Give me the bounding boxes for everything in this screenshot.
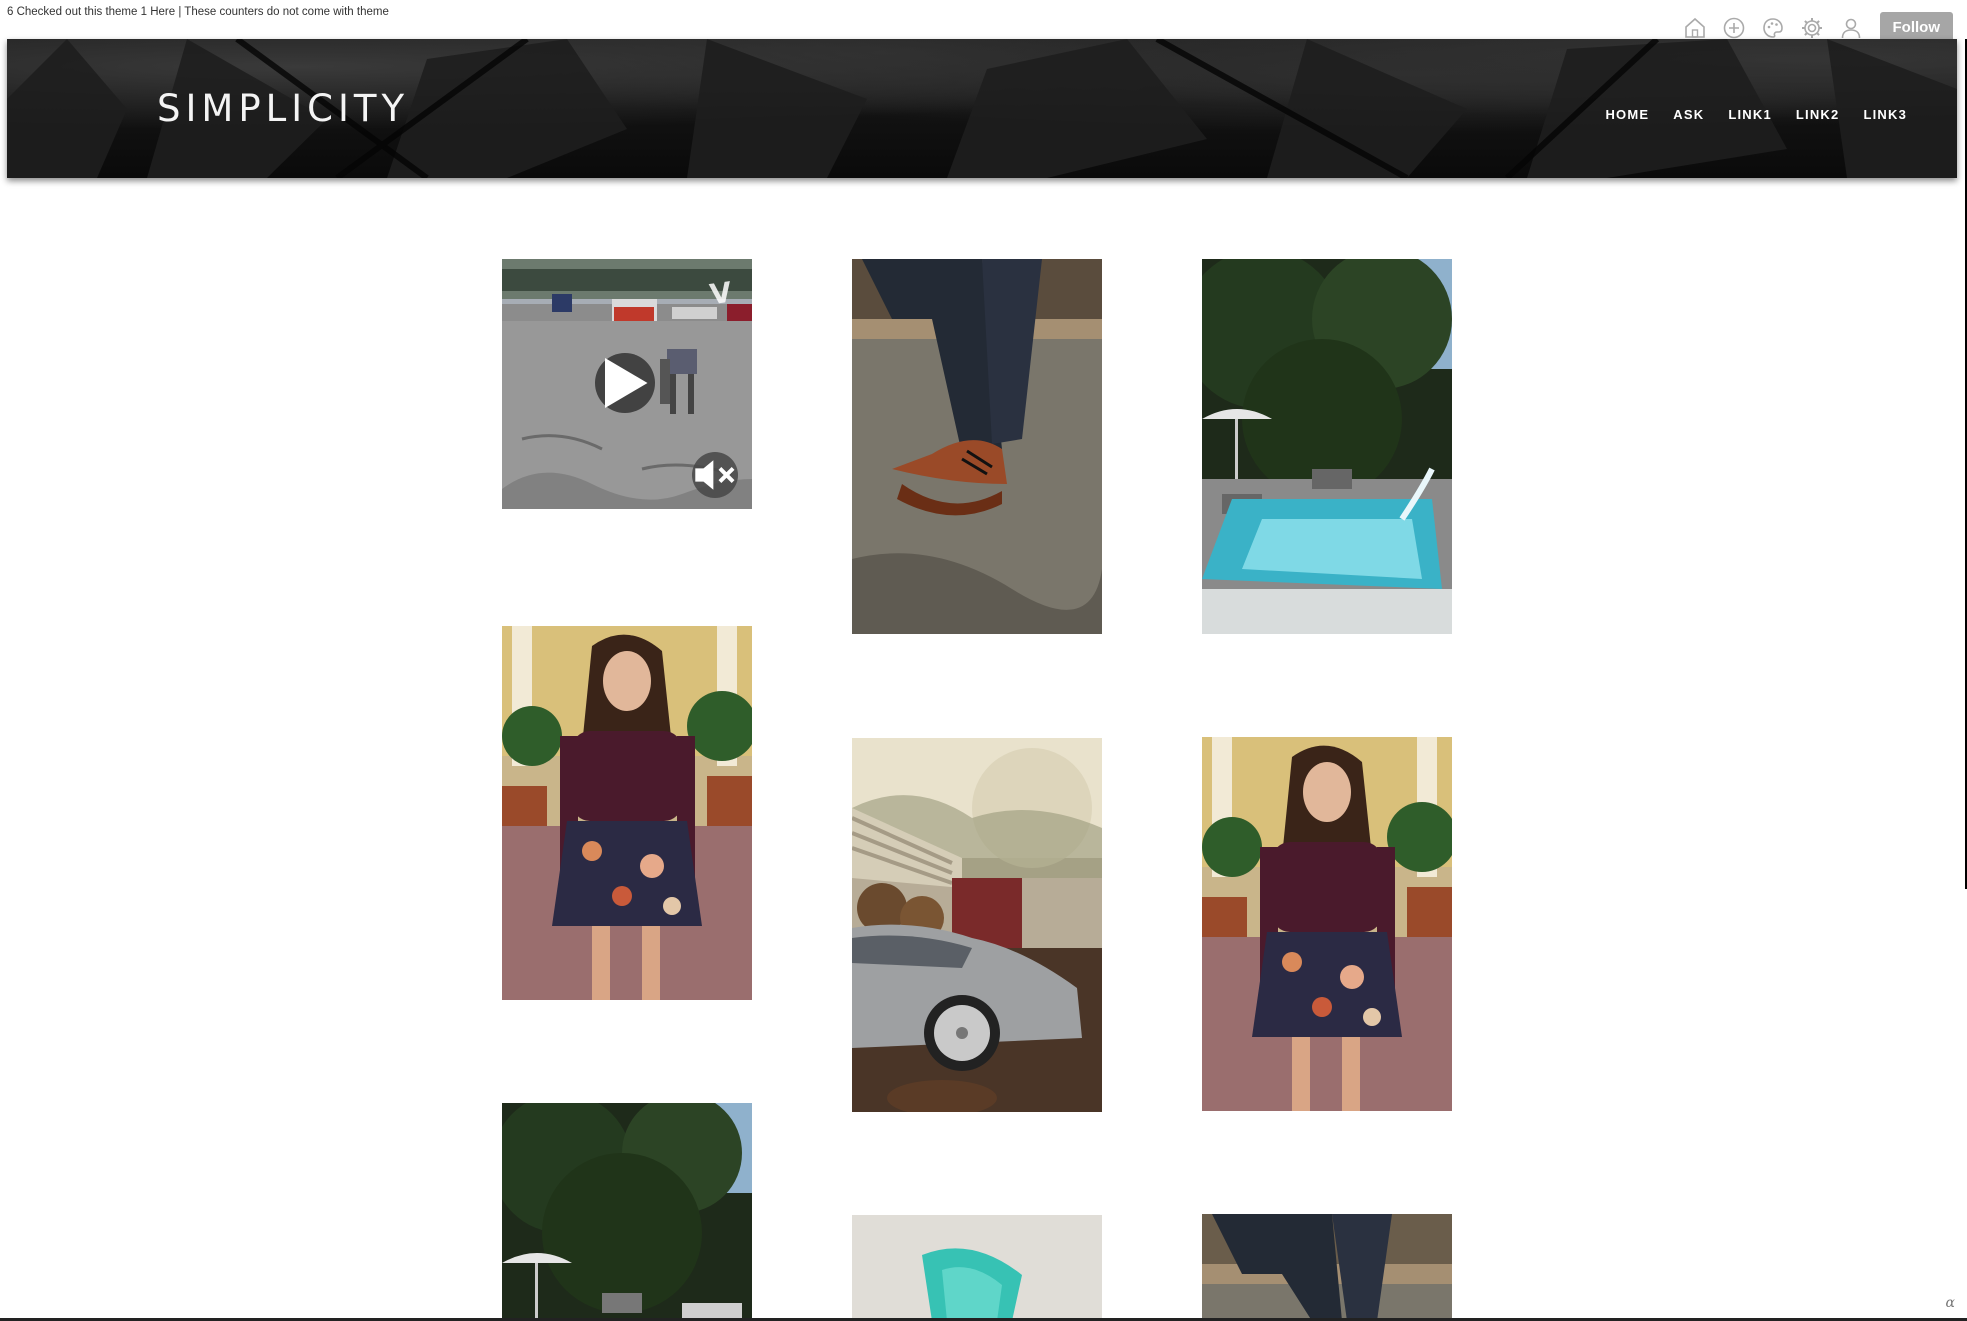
video-mute-button[interactable] <box>692 452 738 498</box>
site-header: SIMPLICITY HOME ASK LINK1 LINK2 LINK3 <box>7 39 1957 178</box>
play-icon <box>605 358 648 408</box>
nav-link1[interactable]: LINK1 <box>1728 107 1772 122</box>
gear-icon[interactable] <box>1798 14 1826 42</box>
theme-counter-text: 6 Checked out this theme 1 Here | These … <box>7 6 389 18</box>
main-nav: HOME ASK LINK1 LINK2 LINK3 <box>1605 107 1907 122</box>
post-photo-boots[interactable] <box>852 259 1102 634</box>
video-play-button[interactable] <box>595 353 655 413</box>
nav-home[interactable]: HOME <box>1605 107 1649 122</box>
corner-logo: ɑ <box>1945 1295 1955 1311</box>
post-photo-pool-1[interactable] <box>1202 259 1452 634</box>
post-photo-woman-1[interactable] <box>502 626 752 1000</box>
nav-link3[interactable]: LINK3 <box>1863 107 1907 122</box>
palette-icon[interactable] <box>1759 14 1787 42</box>
post-photo-woman-2[interactable] <box>1202 737 1452 1111</box>
add-post-icon[interactable] <box>1720 14 1748 42</box>
mute-icon <box>695 460 735 490</box>
vine-logo: V <box>708 275 735 312</box>
post-photo-car[interactable] <box>852 738 1102 1112</box>
nav-ask[interactable]: ASK <box>1673 107 1704 122</box>
post-photo-jeans[interactable] <box>1202 1214 1452 1321</box>
post-video-robot[interactable]: V <box>502 259 752 509</box>
nav-link2[interactable]: LINK2 <box>1796 107 1840 122</box>
user-icon[interactable] <box>1837 14 1865 42</box>
site-title[interactable]: SIMPLICITY <box>157 87 409 130</box>
home-icon[interactable] <box>1681 14 1709 42</box>
post-photo-turquoise[interactable] <box>852 1215 1102 1321</box>
post-photo-pool-2[interactable] <box>502 1103 752 1321</box>
